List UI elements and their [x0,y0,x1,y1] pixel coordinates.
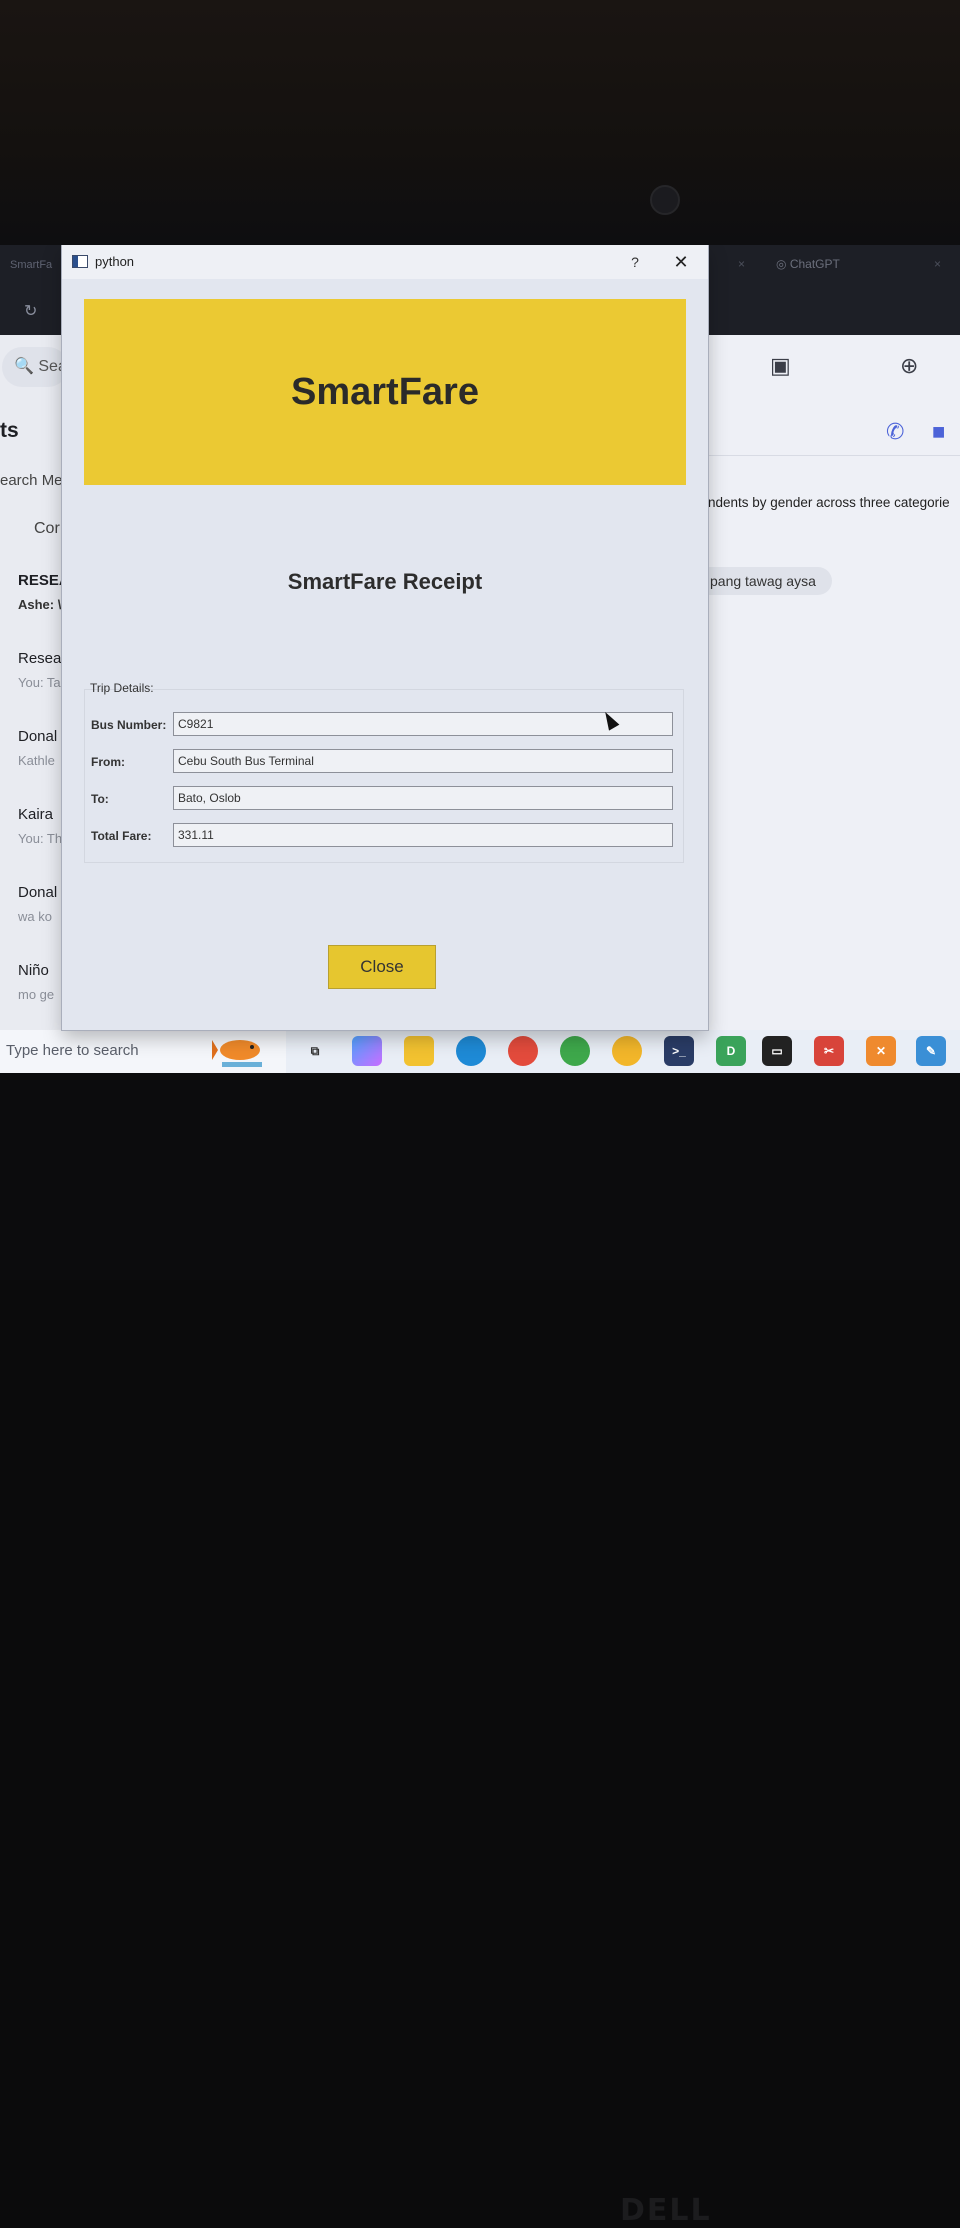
browser-tab-chatgpt[interactable]: ◎ ChatGPT [776,257,840,271]
receipt-dialog: python ? ✕ SmartFare SmartFare Receipt T… [62,245,708,1030]
gaming-icon[interactable]: ⊕ [900,353,918,379]
chat-item-name-6[interactable]: Niño [18,962,49,979]
chat-conversation-panel: ▣ ⊕ ✆ ■ ndents by gender across three ca… [706,335,960,1035]
browser-tab-smartfare[interactable]: SmartFa [10,259,52,271]
webcam [650,185,680,215]
receipt-title: SmartFare Receipt [287,569,483,594]
task-view-icon[interactable]: ⧉ [300,1036,330,1066]
reload-icon[interactable]: ↻ [24,301,37,321]
chrome-icon-1[interactable] [508,1036,538,1066]
fish-icon [212,1040,262,1067]
chrome-icon-3[interactable] [612,1036,642,1066]
chat-item-sub-1: Ashe: \ [18,597,62,612]
chat-item-sub-6: mo ge [18,987,55,1002]
video-icon[interactable]: ■ [932,419,945,445]
chat-item-name-3[interactable]: Donal [18,728,57,745]
tab-close-icon[interactable]: × [738,257,745,271]
chat-item-sub-4: You: Th [18,831,63,846]
banner-title: SmartFare [291,370,479,413]
taskbar-search-input[interactable]: Type here to search [6,1042,139,1059]
app-x-icon[interactable]: ✕ [866,1036,896,1066]
trip-details-label: Trip Details: [90,681,154,695]
chat-item-sub-3: Kathle [18,753,55,768]
laptop-bezel-bottom: DELL [0,1073,960,2228]
taskbar: Type here to search ⧉ >_ D ▭ ✂ ✕ ✎ [0,1030,960,1073]
store-icon[interactable]: ▣ [770,353,791,379]
tab-chatgpt-label: ChatGPT [789,257,840,271]
smartfare-banner: SmartFare [84,299,686,485]
d-app-icon[interactable]: D [716,1036,746,1066]
total-fare-field[interactable]: 331.11 [173,823,673,847]
file-explorer-icon[interactable] [404,1036,434,1066]
copilot-icon[interactable] [352,1036,382,1066]
chat-item-name-2[interactable]: Resea [18,650,61,667]
taskbar-search[interactable]: Type here to search [0,1030,286,1073]
help-button[interactable]: ? [624,251,646,273]
window-icon [72,255,88,268]
close-icon[interactable]: ✕ [668,249,694,275]
chat-item-sub-5: wa ko [18,909,52,924]
bus-number-field[interactable]: C9821 [173,712,673,736]
tab-close-icon-2[interactable]: × [934,257,941,271]
chat-item-name-4[interactable]: Kaira [18,806,53,823]
bus-number-label: Bus Number: [91,718,167,732]
chrome-icon-2[interactable] [560,1036,590,1066]
chat-item-sub-2: You: Ta [18,675,61,690]
screen: SmartFa × ◎ ChatGPT × ↻ 🔍 Sea ts earch M… [0,245,960,1073]
message-bubble: pang tawag aysa [706,567,832,595]
message-heading: ndents by gender across three categorie [708,495,950,510]
snipping-tool-icon[interactable]: ✂ [814,1036,844,1066]
from-label: From: [91,755,125,769]
chat-list-panel: 🔍 Sea ts earch Me Cor RESEA Ashe: \ Rese… [0,335,70,1035]
to-label: To: [91,792,109,806]
divider [706,455,960,456]
powershell-icon[interactable]: >_ [664,1036,694,1066]
taskbar-apps: ⧉ >_ D ▭ ✂ ✕ ✎ [300,1036,960,1068]
phone-icon[interactable]: ✆ [886,419,904,445]
search-messages[interactable]: earch Me [0,472,63,489]
laptop-bezel-top [0,0,960,245]
from-field[interactable]: Cebu South Bus Terminal [173,749,673,773]
paint-icon[interactable]: ✎ [916,1036,946,1066]
close-button[interactable]: Close [328,945,436,989]
window-title: python [95,254,135,269]
dell-logo: DELL [620,2193,712,2228]
dialog-titlebar[interactable]: python ? ✕ [62,245,708,279]
chat-search-input[interactable]: 🔍 Sea [2,347,68,387]
chat-item-name-5[interactable]: Donal [18,884,57,901]
section-title: ts [0,419,19,442]
conversations-label: Cor [34,520,60,537]
edge-icon[interactable] [456,1036,486,1066]
cmd-icon[interactable]: ▭ [762,1036,792,1066]
to-field[interactable]: Bato, Oslob [173,786,673,810]
total-fare-label: Total Fare: [91,829,152,843]
